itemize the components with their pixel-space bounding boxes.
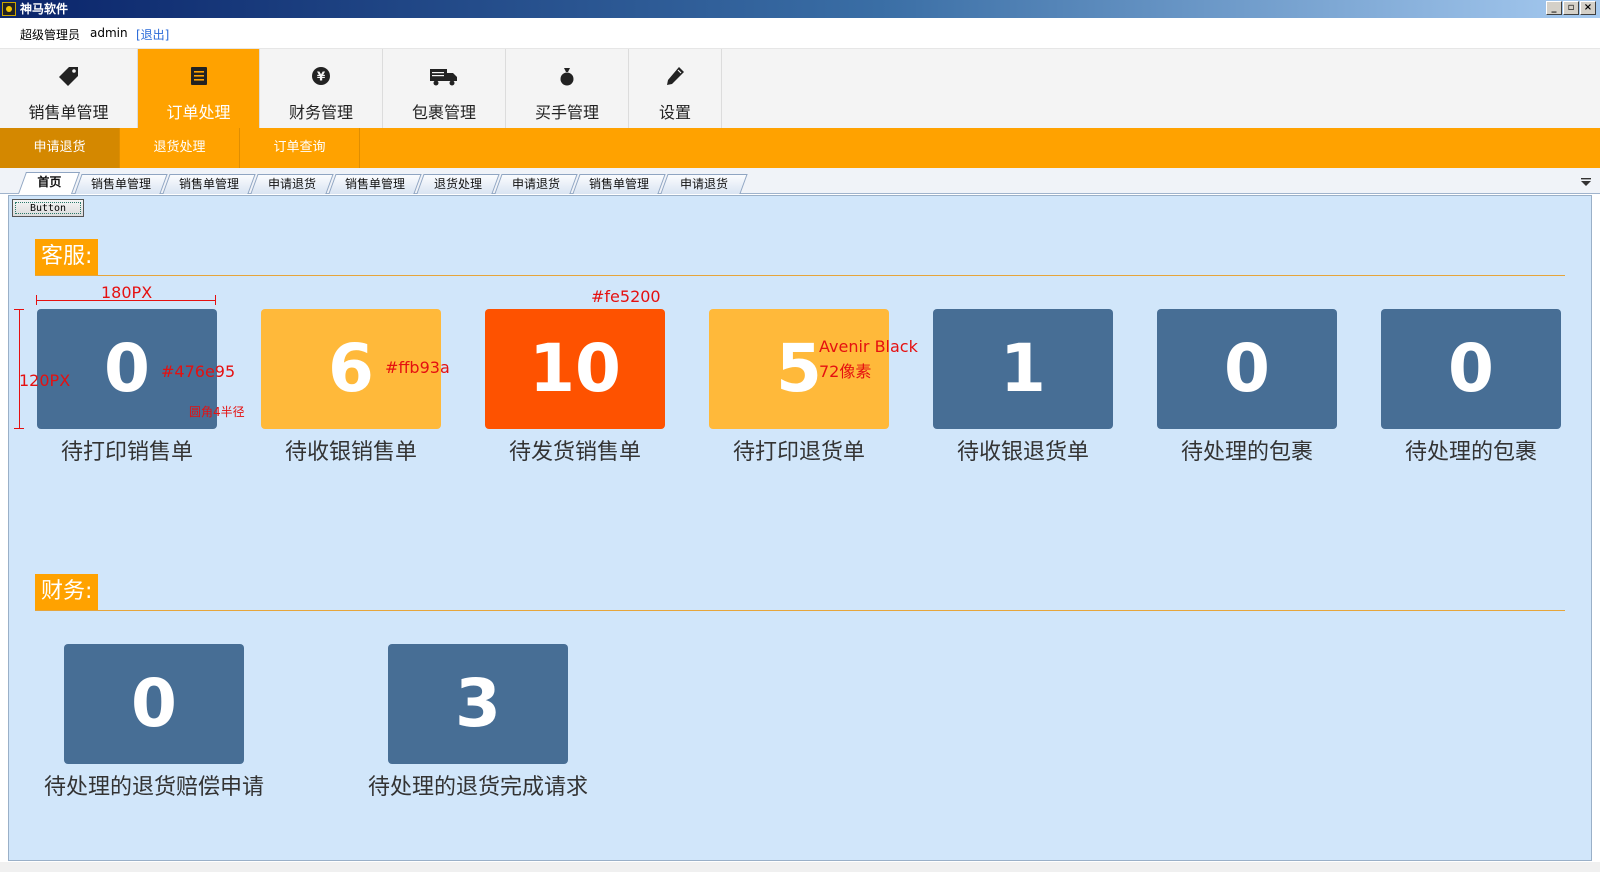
nav-item-finance[interactable]: ¥ 财务管理 — [260, 49, 383, 129]
main-nav: 销售单管理 订单处理 ¥ 财务管理 包裹管理 买手管理 设置 — [0, 48, 1600, 129]
measure-tick — [36, 295, 37, 305]
stat-card-pending-ship-sales[interactable]: 10 — [485, 309, 665, 429]
annotation-radius: 圆角4半径 — [189, 405, 245, 419]
subnav-return-processing[interactable]: 退货处理 — [120, 128, 240, 168]
height-measure-line — [19, 309, 20, 429]
stat-label: 待打印销售单 — [60, 440, 193, 465]
stat-card-pending-return-compensation[interactable]: 0 — [64, 644, 244, 764]
section-title-customer-service: 客服: — [35, 239, 99, 275]
tab-item[interactable]: 销售单管理 — [328, 174, 422, 194]
nav-label: 买手管理 — [534, 103, 599, 122]
annotation-width: 180PX — [101, 283, 153, 302]
user-bar: 超级管理员 admin [退出] — [0, 18, 1600, 48]
stat-card-pending-cashier-returns[interactable]: 1 — [933, 309, 1113, 429]
section-title-finance: 财务: — [35, 574, 99, 610]
stat-label: 待处理的退货完成请求 — [367, 775, 588, 800]
restore-button[interactable]: ▫ — [1563, 1, 1579, 15]
pencil-icon — [667, 67, 684, 85]
measure-tick — [14, 428, 24, 429]
nav-label: 销售单管理 — [28, 103, 109, 122]
stat-label: 待发货销售单 — [508, 440, 641, 465]
tab-item[interactable]: 退货处理 — [416, 174, 500, 194]
section-divider — [35, 610, 1565, 611]
tab-label: 销售单管理 — [178, 177, 239, 191]
subnav-apply-return[interactable]: 申请退货 — [0, 128, 120, 168]
measure-tick — [14, 309, 24, 310]
tab-menu-dropdown-icon[interactable] — [1580, 176, 1592, 188]
tab-label: 申请退货 — [679, 177, 728, 191]
nav-item-sales[interactable]: 销售单管理 — [0, 49, 138, 129]
annotation-font-size: 72像素 — [819, 362, 872, 381]
nav-label: 设置 — [658, 103, 691, 122]
app-logo-icon — [2, 2, 16, 16]
annotation-font-name: Avenir Black — [819, 337, 918, 356]
tab-item[interactable]: 销售单管理 — [162, 174, 256, 194]
stat-label: 待处理的包裹 — [1180, 440, 1313, 465]
tab-item[interactable]: 销售单管理 — [572, 174, 666, 194]
tab-label: 销售单管理 — [90, 177, 151, 191]
stat-label: 待收银销售单 — [284, 440, 417, 465]
tab-item[interactable]: 申请退货 — [660, 174, 748, 194]
close-button[interactable]: × — [1580, 1, 1596, 15]
tab-label: 销售单管理 — [344, 177, 405, 191]
document-tabs: 首页 销售单管理 销售单管理 申请退货 销售单管理 退货处理 申请退货 销售单管… — [0, 168, 1600, 194]
window-titlebar: 神马软件 _ ▫ × — [0, 0, 1600, 18]
section-divider — [35, 275, 1565, 276]
nav-label: 包裹管理 — [411, 103, 476, 122]
money-bag-icon — [560, 68, 574, 86]
stat-label: 待处理的退货赔偿申请 — [43, 775, 264, 800]
nav-item-buyer[interactable]: 买手管理 — [506, 49, 629, 129]
stat-label: 待处理的包裹 — [1404, 440, 1537, 465]
nav-item-package[interactable]: 包裹管理 — [383, 49, 506, 129]
tab-home[interactable]: 首页 — [17, 172, 81, 194]
tab-label: 申请退货 — [267, 177, 316, 191]
tab-label: 申请退货 — [511, 177, 560, 191]
minimize-button[interactable]: _ — [1546, 1, 1562, 15]
stat-label: 待打印退货单 — [732, 440, 865, 465]
tab-item[interactable]: 申请退货 — [494, 174, 578, 194]
window-bottom-edge — [0, 862, 1600, 872]
annotation-color-red: #fe5200 — [591, 287, 661, 306]
user-role: 超级管理员 — [20, 28, 81, 42]
list-icon — [190, 67, 207, 85]
nav-item-order-processing[interactable]: 订单处理 — [138, 49, 260, 129]
tab-item[interactable]: 销售单管理 — [74, 174, 168, 194]
user-name: admin — [90, 26, 128, 40]
window-title: 神马软件 — [20, 2, 69, 16]
stat-card-pending-return-completion[interactable]: 3 — [388, 644, 568, 764]
tag-icon — [58, 67, 78, 86]
tab-label: 首页 — [37, 175, 62, 189]
annotation-color-blue: #476e95 — [161, 362, 236, 381]
stat-card-pending-packages[interactable]: 0 — [1157, 309, 1337, 429]
dashboard-panel: Button 客服: 0 待打印销售单 6 待收银销售单 10 待发货销售单 5… — [8, 195, 1592, 861]
svg-text:¥: ¥ — [317, 70, 326, 84]
tab-label: 退货处理 — [433, 177, 482, 191]
yen-icon: ¥ — [312, 67, 330, 85]
annotation-color-yellow: #ffb93a — [385, 358, 450, 377]
nav-label: 订单处理 — [166, 103, 231, 122]
nav-label: 财务管理 — [288, 103, 353, 122]
sub-nav: 申请退货 退货处理 订单查询 — [0, 128, 1600, 168]
generic-button[interactable]: Button — [12, 199, 84, 217]
logout-link[interactable]: [退出] — [136, 26, 169, 43]
measure-tick — [215, 295, 216, 305]
subnav-order-query[interactable]: 订单查询 — [240, 128, 360, 168]
nav-item-settings[interactable]: 设置 — [629, 49, 722, 129]
annotation-height: 120PX — [19, 371, 71, 390]
stat-label: 待收银退货单 — [956, 440, 1089, 465]
tab-item[interactable]: 申请退货 — [250, 174, 334, 194]
stat-card-pending-packages-2[interactable]: 0 — [1381, 309, 1561, 429]
tab-label: 销售单管理 — [588, 177, 649, 191]
truck-icon — [430, 69, 457, 86]
